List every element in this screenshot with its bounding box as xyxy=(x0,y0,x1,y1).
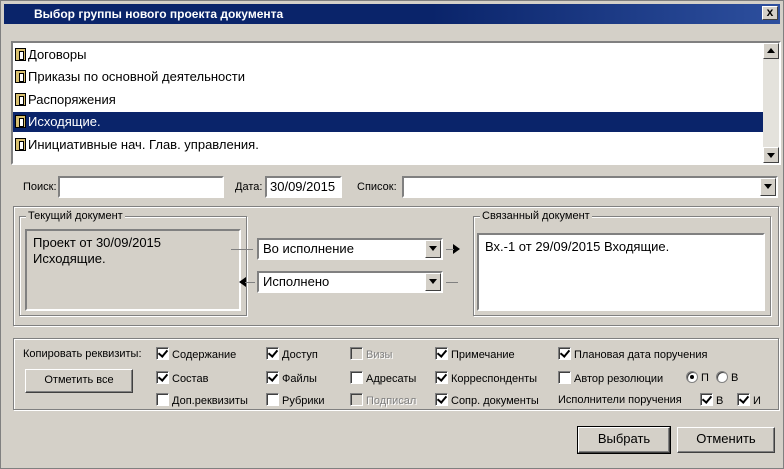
scroll-up-button[interactable] xyxy=(763,43,779,59)
mark-all-button[interactable]: Отметить все xyxy=(25,369,133,393)
document-icon xyxy=(15,48,26,61)
title-bar[interactable]: Выбор группы нового проекта документа x xyxy=(4,4,780,24)
chevron-down-icon xyxy=(764,184,772,189)
list-item[interactable]: Приказы по основной деятельности xyxy=(13,67,763,87)
cancel-button[interactable]: Отменить xyxy=(677,427,775,453)
checkbox-signed: Подписал xyxy=(350,393,416,407)
checkbox-files[interactable]: Файлы xyxy=(266,371,317,385)
forward-link-select[interactable]: Во исполнение xyxy=(257,238,443,260)
checkbox-box[interactable] xyxy=(435,347,448,360)
current-document-legend: Текущий документ xyxy=(26,210,125,222)
linked-document-box[interactable]: Вх.-1 от 29/09/2015 Входящие. xyxy=(477,233,765,311)
backward-link-select[interactable]: Исполнено xyxy=(257,271,443,293)
list-select[interactable] xyxy=(402,176,778,198)
list-dropdown-button[interactable] xyxy=(760,178,776,196)
checkbox-content[interactable]: Содержание xyxy=(156,347,236,361)
checkbox-composition[interactable]: Состав xyxy=(156,371,208,385)
chevron-down-icon xyxy=(429,279,437,284)
backward-dropdown-button[interactable] xyxy=(425,273,441,291)
scroll-down-button[interactable] xyxy=(763,147,779,163)
window-title: Выбор группы нового проекта документа xyxy=(34,7,284,21)
search-input[interactable] xyxy=(58,176,224,198)
document-icon xyxy=(15,70,26,83)
dialog-window: Выбор группы нового проекта документа x … xyxy=(0,0,784,469)
checkbox-executors-b[interactable]: В xyxy=(700,393,723,407)
checkbox-correspondents[interactable]: Корреспонденты xyxy=(435,371,537,385)
search-label: Поиск: xyxy=(23,181,57,193)
checkbox-box[interactable] xyxy=(266,371,279,384)
checkbox-executors-i[interactable]: И xyxy=(737,393,761,407)
arrow-right-icon xyxy=(453,244,460,254)
checkbox-box[interactable] xyxy=(266,393,279,406)
document-icon xyxy=(15,138,26,151)
list-label: Список: xyxy=(357,181,397,193)
checkbox-box[interactable] xyxy=(156,371,169,384)
author-radio-group: П В xyxy=(686,371,738,384)
document-icon xyxy=(15,115,26,128)
list-item[interactable]: Договоры xyxy=(13,45,763,65)
connector-line xyxy=(245,282,255,283)
connector-line xyxy=(231,249,253,250)
checkbox-box[interactable] xyxy=(435,393,448,406)
checkbox-visas: Визы xyxy=(350,347,392,361)
current-document-box: Проект от 30/09/2015 Исходящие. xyxy=(25,229,241,311)
copy-requisites-label: Копировать реквизиты: xyxy=(23,348,142,360)
checkbox-planned-date[interactable]: Плановая дата поручения xyxy=(558,347,707,361)
checkbox-box[interactable] xyxy=(266,347,279,360)
document-icon xyxy=(15,93,26,106)
checkbox-related-docs[interactable]: Сопр. документы xyxy=(435,393,539,407)
list-item[interactable]: Распоряжения xyxy=(13,90,763,110)
group-list[interactable]: Договоры Приказы по основной деятельност… xyxy=(11,41,781,165)
select-button[interactable]: Выбрать xyxy=(577,426,671,454)
radio-v[interactable] xyxy=(715,371,728,383)
checkbox-rubrics[interactable]: Рубрики xyxy=(266,393,324,407)
date-input[interactable]: 30/09/2015 xyxy=(265,176,342,198)
chevron-down-icon xyxy=(429,246,437,251)
list-item-selected[interactable]: Исходящие. xyxy=(13,112,763,132)
current-document-line2: Исходящие. xyxy=(33,251,106,266)
checkbox-box[interactable] xyxy=(156,393,169,406)
linked-document-text: Вх.-1 от 29/09/2015 Входящие. xyxy=(485,239,670,254)
radio-p[interactable] xyxy=(686,371,698,383)
connector-line xyxy=(446,249,454,250)
forward-link-value: Во исполнение xyxy=(263,241,354,256)
forward-dropdown-button[interactable] xyxy=(425,240,441,258)
checkbox-access[interactable]: Доступ xyxy=(266,347,318,361)
list-item[interactable]: Инициативные нач. Глав. управления. xyxy=(13,135,763,155)
checkbox-box xyxy=(350,393,363,406)
checkbox-box[interactable] xyxy=(435,371,448,384)
arrow-up-icon xyxy=(767,48,775,53)
checkbox-box[interactable] xyxy=(350,371,363,384)
checkbox-addressees[interactable]: Адресаты xyxy=(350,371,416,385)
backward-link-value: Исполнено xyxy=(263,274,330,289)
linked-document-legend: Связанный документ xyxy=(480,210,592,222)
checkbox-box[interactable] xyxy=(700,393,713,406)
checkbox-box[interactable] xyxy=(558,371,571,384)
checkbox-extra-requisites[interactable]: Доп.реквизиты xyxy=(156,393,248,407)
close-button[interactable]: x xyxy=(762,6,778,20)
checkbox-box[interactable] xyxy=(558,347,571,360)
current-document-line1: Проект от 30/09/2015 xyxy=(33,235,162,250)
arrow-down-icon xyxy=(767,153,775,158)
checkbox-resolution-author[interactable]: Автор резолюции xyxy=(558,371,663,385)
executors-label: Исполнители поручения xyxy=(558,394,682,406)
list-scrollbar[interactable] xyxy=(763,43,779,163)
checkbox-box[interactable] xyxy=(737,393,750,406)
connector-line xyxy=(446,282,458,283)
date-label: Дата: xyxy=(235,181,263,193)
checkbox-box xyxy=(350,347,363,360)
checkbox-box[interactable] xyxy=(156,347,169,360)
checkbox-note[interactable]: Примечание xyxy=(435,347,515,361)
